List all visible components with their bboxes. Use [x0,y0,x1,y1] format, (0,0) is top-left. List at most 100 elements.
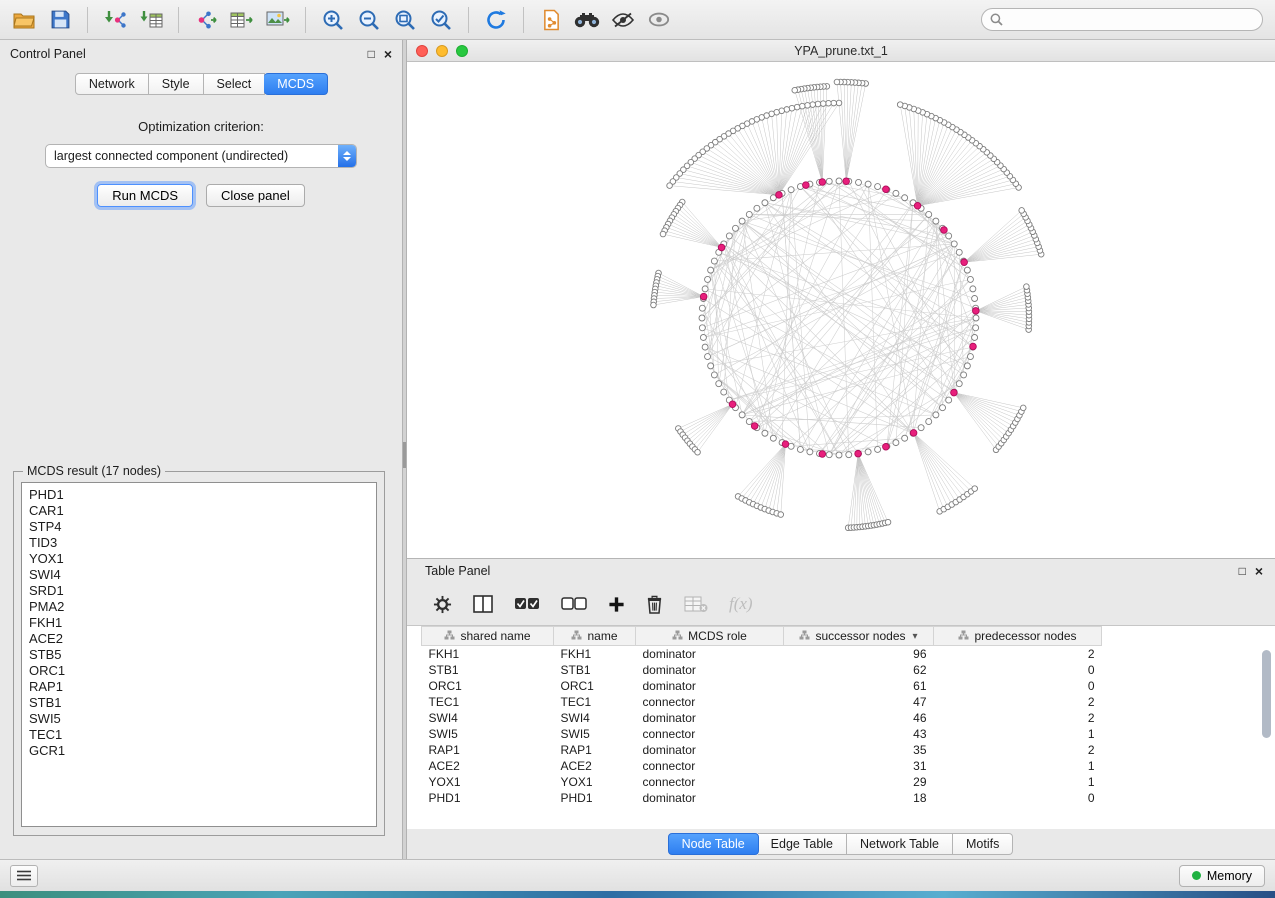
save-session-icon[interactable] [42,4,78,36]
network-canvas[interactable] [407,62,1275,558]
tab-edge-table[interactable]: Edge Table [758,833,847,855]
mcds-result-item[interactable]: ORC1 [29,663,369,679]
close-panel-icon[interactable]: × [384,48,392,60]
memory-button[interactable]: Memory [1179,865,1265,887]
table-scrollbar[interactable] [1261,628,1272,827]
column-header-MCDS-role[interactable]: MCDS role [636,627,784,646]
mcds-result-item[interactable]: SWI4 [29,567,369,583]
mcds-result-item[interactable]: ACE2 [29,631,369,647]
table-cell: 2 [934,742,1102,758]
tab-style[interactable]: Style [149,73,204,95]
table-panel: Table Panel □ × f(x) shared namenameMCDS… [407,558,1275,859]
show-hide-graphics-details-icon[interactable] [641,4,677,36]
table-row[interactable]: YOX1YOX1connector291 [422,774,1102,790]
table-cell: dominator [636,662,784,678]
create-column-icon[interactable] [608,596,625,613]
mcds-result-item[interactable]: RAP1 [29,679,369,695]
table-row[interactable]: SWI4SWI4dominator462 [422,710,1102,726]
mcds-result-item[interactable]: FKH1 [29,615,369,631]
export-image-icon[interactable] [260,4,296,36]
export-table-icon[interactable] [224,4,260,36]
import-table-from-file-icon[interactable] [133,4,169,36]
mcds-result-item[interactable]: STB1 [29,695,369,711]
table-row[interactable]: FKH1FKH1dominator962 [422,646,1102,663]
mcds-result-item[interactable]: TEC1 [29,727,369,743]
scrollbar-thumb[interactable] [1262,650,1271,738]
find-nodes-icon[interactable] [569,4,605,36]
search-icon [990,13,1003,26]
table-cell: 18 [784,790,934,806]
zoom-selected-region-icon[interactable] [423,4,459,36]
float-panel-icon[interactable]: □ [368,48,375,60]
run-mcds-button[interactable]: Run MCDS [97,184,193,207]
delete-columns-icon[interactable] [646,595,663,614]
float-table-panel-icon[interactable]: □ [1239,565,1246,577]
mcds-result-item[interactable]: PMA2 [29,599,369,615]
column-grip-icon [958,629,969,643]
table-row[interactable]: ORC1ORC1dominator610 [422,678,1102,694]
table-row[interactable]: TEC1TEC1connector472 [422,694,1102,710]
column-header-shared-name[interactable]: shared name [422,627,554,646]
table-cell: SWI4 [554,710,636,726]
table-row[interactable]: RAP1RAP1dominator352 [422,742,1102,758]
mcds-result-item[interactable]: SWI5 [29,711,369,727]
table-cell: connector [636,774,784,790]
table-cell: YOX1 [422,774,554,790]
column-grip-icon [444,629,455,643]
table-cell: dominator [636,678,784,694]
tab-motifs[interactable]: Motifs [953,833,1013,855]
mcds-result-item[interactable]: TID3 [29,535,369,551]
export-network-icon[interactable] [188,4,224,36]
open-in-cytoscape-web-icon[interactable] [533,4,569,36]
table-options-icon[interactable] [433,595,452,614]
mcds-result-item[interactable]: STB5 [29,647,369,663]
table-cell: PHD1 [422,790,554,806]
close-table-panel-icon[interactable]: × [1255,565,1263,577]
select-all-icon[interactable] [514,597,540,611]
toolbar-separator [523,7,524,33]
criterion-dropdown[interactable]: largest connected component (undirected) [45,144,357,168]
network-title: YPA_prune.txt_1 [407,44,1275,58]
criterion-value: largest connected component (undirected) [46,149,338,163]
node-table-area: shared namenameMCDS rolesuccessor nodes▾… [407,625,1275,829]
table-cell: dominator [636,710,784,726]
tab-node-table[interactable]: Node Table [668,833,759,855]
tab-network-table[interactable]: Network Table [847,833,953,855]
mcds-result-item[interactable]: GCR1 [29,743,369,759]
zoom-in-icon[interactable] [315,4,351,36]
import-network-from-file-icon[interactable] [97,4,133,36]
column-header-name[interactable]: name [554,627,636,646]
show-columns-icon[interactable] [473,595,493,613]
task-history-button[interactable] [10,865,38,887]
zoom-fit-content-icon[interactable] [387,4,423,36]
table-cell: 31 [784,758,934,774]
tab-network[interactable]: Network [75,73,149,95]
column-header-predecessor-nodes[interactable]: predecessor nodes [934,627,1102,646]
mcds-result-item[interactable]: PHD1 [29,487,369,503]
search-input[interactable] [1008,13,1254,27]
mcds-result-item[interactable]: STP4 [29,519,369,535]
show-style-icon[interactable] [605,4,641,36]
column-header-successor-nodes[interactable]: successor nodes▾ [784,627,934,646]
tab-mcds[interactable]: MCDS [264,73,328,95]
mcds-result-list[interactable]: PHD1CAR1STP4TID3YOX1SWI4SRD1PMA2FKH1ACE2… [21,482,377,827]
zoom-out-icon[interactable] [351,4,387,36]
toolbar-separator [305,7,306,33]
search-box[interactable] [981,8,1263,31]
table-cell: STB1 [554,662,636,678]
table-cell: 61 [784,678,934,694]
close-panel-button[interactable]: Close panel [206,184,305,207]
mcds-result-item[interactable]: CAR1 [29,503,369,519]
apply-preferred-layout-icon[interactable] [478,4,514,36]
open-session-icon[interactable] [6,4,42,36]
unselect-all-icon[interactable] [561,597,587,611]
table-row[interactable]: ACE2ACE2connector311 [422,758,1102,774]
table-row[interactable]: SWI5SWI5connector431 [422,726,1102,742]
table-row[interactable]: PHD1PHD1dominator180 [422,790,1102,806]
table-row[interactable]: STB1STB1dominator620 [422,662,1102,678]
mcds-result-item[interactable]: SRD1 [29,583,369,599]
network-graph[interactable] [407,62,1275,558]
mcds-result-item[interactable]: YOX1 [29,551,369,567]
tab-select[interactable]: Select [204,73,266,95]
splitter-grip-icon[interactable] [403,442,406,468]
